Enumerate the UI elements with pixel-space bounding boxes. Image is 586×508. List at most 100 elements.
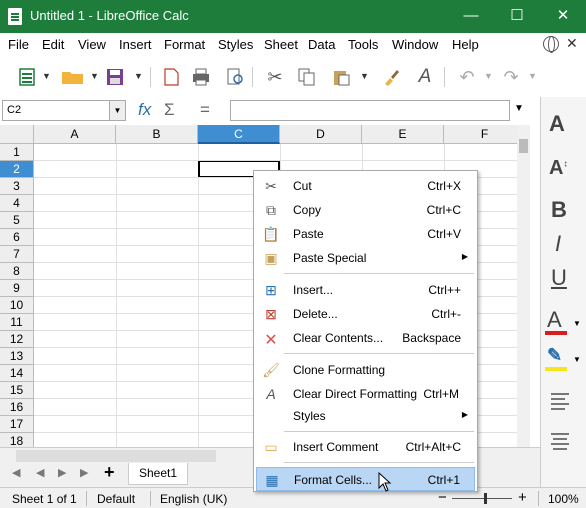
language-indicator[interactable]: English (UK) xyxy=(160,492,227,506)
context-item-clear-direct-formatting[interactable]: A Clear Direct Formatting Ctrl+M xyxy=(256,382,475,406)
chevron-down-icon[interactable]: ▼ xyxy=(360,71,369,81)
row-header[interactable]: 5 xyxy=(0,212,34,229)
menu-sheet[interactable]: Sheet xyxy=(264,37,298,52)
context-item-paste-special[interactable]: ▣ Paste Special ▶ xyxy=(256,246,475,270)
function-wizard-icon[interactable]: fx xyxy=(138,100,151,120)
chevron-down-icon[interactable]: ▼ xyxy=(42,71,51,81)
row-header[interactable]: 12 xyxy=(0,331,34,348)
menu-tools[interactable]: Tools xyxy=(348,37,378,52)
bold-icon[interactable]: B xyxy=(551,197,567,223)
increase-font-icon[interactable]: A↕ xyxy=(549,157,568,180)
row-header[interactable]: 14 xyxy=(0,365,34,382)
row-header[interactable]: 13 xyxy=(0,348,34,365)
next-sheet-icon[interactable]: ▶ xyxy=(58,466,66,479)
paste-icon[interactable] xyxy=(330,65,352,89)
formula-input[interactable] xyxy=(230,100,510,121)
menu-window[interactable]: Window xyxy=(392,37,438,52)
row-header[interactable]: 7 xyxy=(0,246,34,263)
print-icon[interactable] xyxy=(190,65,212,89)
first-sheet-icon[interactable]: ◀ xyxy=(12,466,20,479)
chevron-down-icon[interactable]: ▼ xyxy=(134,71,143,81)
menu-styles[interactable]: Styles xyxy=(218,37,253,52)
row-header[interactable]: 1 xyxy=(0,144,34,161)
clone-formatting-icon[interactable] xyxy=(380,65,402,89)
row-header[interactable]: 15 xyxy=(0,382,34,399)
context-item-delete[interactable]: ⊠ Delete... Ctrl+- xyxy=(256,302,475,326)
menu-format[interactable]: Format xyxy=(164,37,205,52)
new-spreadsheet-icon[interactable] xyxy=(16,65,38,89)
chevron-down-icon[interactable]: ▼ xyxy=(90,71,99,81)
tab-sheet1[interactable]: Sheet1 xyxy=(128,463,188,485)
copy-icon[interactable] xyxy=(296,65,318,89)
context-item-clone-formatting[interactable]: 🖌 Clone Formatting xyxy=(256,358,475,382)
context-item-styles[interactable]: Styles ▶ xyxy=(256,404,475,428)
menu-help[interactable]: Help xyxy=(452,37,479,52)
row-header[interactable]: 6 xyxy=(0,229,34,246)
open-folder-icon[interactable] xyxy=(60,65,86,89)
maximize-button[interactable]: ☐ xyxy=(494,0,540,33)
context-item-format-cells[interactable]: ▦ Format Cells... Ctrl+1 xyxy=(256,467,475,491)
row-header[interactable]: 8 xyxy=(0,263,34,280)
menu-view[interactable]: View xyxy=(78,37,106,52)
menu-file[interactable]: File xyxy=(8,37,29,52)
vertical-scrollbar[interactable] xyxy=(517,125,530,447)
chevron-down-icon[interactable]: ▼ xyxy=(573,319,581,328)
zoom-slider-handle[interactable] xyxy=(484,493,487,504)
menu-data[interactable]: Data xyxy=(308,37,335,52)
close-document-icon[interactable]: ✕ xyxy=(566,35,578,52)
cut-icon[interactable]: ✂ xyxy=(264,65,286,89)
row-header[interactable]: 16 xyxy=(0,399,34,416)
column-header[interactable]: E xyxy=(362,125,444,144)
chevron-down-icon[interactable]: ▼ xyxy=(573,355,581,364)
name-box[interactable]: C2 ▼ xyxy=(2,100,126,121)
chevron-down-icon[interactable]: ▼ xyxy=(528,71,537,81)
row-header[interactable]: 2 xyxy=(0,161,34,178)
row-header[interactable]: 18 xyxy=(0,433,34,447)
undo-icon[interactable]: ↶ xyxy=(456,65,478,89)
row-header[interactable]: 10 xyxy=(0,297,34,314)
add-sheet-button[interactable]: + xyxy=(104,462,115,483)
print-preview-icon[interactable] xyxy=(224,65,246,89)
export-pdf-icon[interactable] xyxy=(160,65,182,89)
context-item-clear-contents[interactable]: ✕ Clear Contents... Backspace xyxy=(256,326,475,350)
zoom-level[interactable]: 100% xyxy=(548,492,579,506)
column-header[interactable]: D xyxy=(280,125,362,144)
redo-icon[interactable]: ↷ xyxy=(500,65,522,89)
row-header[interactable]: 9 xyxy=(0,280,34,297)
context-item-paste[interactable]: 📋 Paste Ctrl+V xyxy=(256,222,475,246)
context-item-insert-comment[interactable]: ▭ Insert Comment Ctrl+Alt+C xyxy=(256,435,475,459)
zoom-slider[interactable] xyxy=(452,498,512,499)
expand-formula-bar-icon[interactable]: ▼ xyxy=(514,103,524,114)
page-style[interactable]: Default xyxy=(97,492,135,506)
chevron-down-icon[interactable]: ▼ xyxy=(109,101,125,120)
underline-icon[interactable]: U xyxy=(551,265,567,291)
row-header[interactable]: 11 xyxy=(0,314,34,331)
last-sheet-icon[interactable]: ▶ xyxy=(80,466,88,479)
chevron-down-icon[interactable]: ▼ xyxy=(484,71,493,81)
formula-equals-icon[interactable]: = xyxy=(200,100,210,120)
context-item-copy[interactable]: ⧉ Copy Ctrl+C xyxy=(256,198,475,222)
row-header[interactable]: 4 xyxy=(0,195,34,212)
column-header[interactable]: B xyxy=(116,125,198,144)
select-all-corner[interactable] xyxy=(0,125,34,144)
save-icon[interactable] xyxy=(104,65,126,89)
italic-icon[interactable]: I xyxy=(555,231,561,257)
menu-edit[interactable]: Edit xyxy=(42,37,64,52)
minimize-button[interactable]: — xyxy=(448,0,494,33)
column-header[interactable]: A xyxy=(34,125,116,144)
globe-icon[interactable] xyxy=(543,36,559,53)
menu-insert[interactable]: Insert xyxy=(119,37,152,52)
zoom-in-button[interactable]: + xyxy=(518,489,527,506)
font-size-large-icon[interactable]: A xyxy=(549,111,565,137)
column-header[interactable]: F xyxy=(444,125,526,144)
close-button[interactable]: ✕ xyxy=(540,0,586,33)
highlight-color-icon[interactable]: ✎ xyxy=(547,345,562,366)
font-color-icon[interactable]: A xyxy=(547,307,562,333)
row-header[interactable]: 17 xyxy=(0,416,34,433)
context-item-cut[interactable]: ✂ Cut Ctrl+X xyxy=(256,174,475,198)
column-header[interactable]: C xyxy=(198,125,280,144)
clear-direct-formatting-icon[interactable]: A xyxy=(414,65,436,89)
context-item-insert[interactable]: ⊞ Insert... Ctrl++ xyxy=(256,278,475,302)
row-header[interactable]: 3 xyxy=(0,178,34,195)
horizontal-scrollbar[interactable] xyxy=(16,450,216,462)
